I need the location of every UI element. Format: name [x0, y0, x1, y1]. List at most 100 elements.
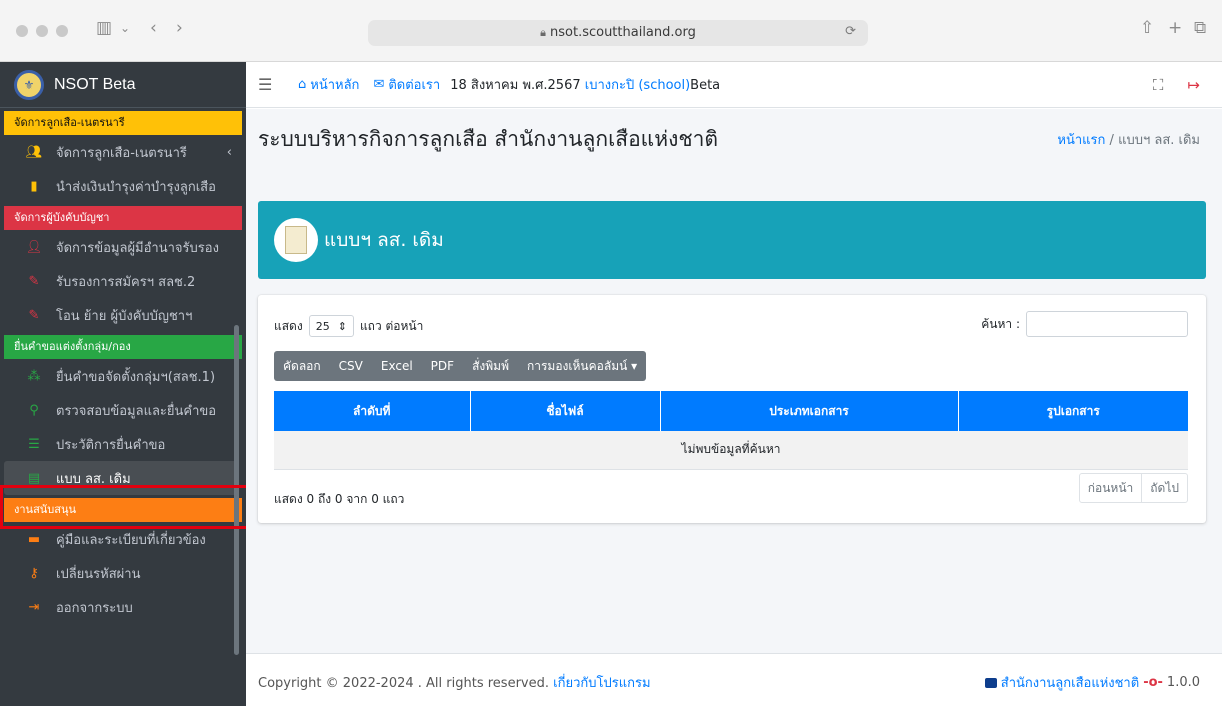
nav-home-label: หน้าหลัก	[310, 78, 360, 93]
copy-button[interactable]: คัดลอก	[274, 351, 330, 381]
next-page-button[interactable]: ถัดไป	[1141, 474, 1187, 502]
column-header[interactable]: รูปเอกสาร	[958, 391, 1188, 431]
column-visibility-button[interactable]: การมองเห็นคอลัมน์ ▾	[518, 351, 646, 381]
sidebar-item-verify-data[interactable]: ⚲ ตรวจสอบข้อมูลและยื่นคำขอ	[0, 393, 246, 427]
window-controls	[16, 25, 68, 37]
page-length-select[interactable]: 25 ⇕	[308, 315, 354, 337]
file-icon: ▤	[27, 470, 41, 486]
share-icon[interactable]: ⇧	[1140, 18, 1154, 38]
browser-window: ▥ ⌄ ‹ › 🔒︎ nsot.scoutthailand.org ⟳ ⇧ + ⧉…	[0, 0, 1222, 706]
brand-link[interactable]: ⚜ NSOT Beta	[0, 62, 246, 108]
back-icon[interactable]: ‹	[150, 18, 157, 38]
nav-school-suffix: Beta	[690, 78, 721, 93]
list-icon: ☰	[28, 436, 40, 452]
section-group-request: ยื่นคำขอแต่งตั้งกลุ่ม/กอง	[4, 335, 242, 359]
sidebar-item-manage-scouts[interactable]: 👥︎ จัดการลูกเสือ-เนตรนารี ‹	[0, 135, 246, 169]
users-icon: 👥︎	[25, 144, 43, 160]
page-banner: แบบฯ ลส. เดิม	[258, 201, 1206, 279]
brand-name: NSOT Beta	[54, 75, 136, 93]
forward-icon[interactable]: ›	[176, 18, 183, 38]
version-text: 1.0.0	[1166, 675, 1200, 690]
sidebar-item-logout[interactable]: ⇥ ออกจากระบบ	[0, 590, 246, 624]
footer-copyright: Copyright © 2022-2024 . All rights reser…	[258, 672, 651, 693]
envelope-icon: ✉	[373, 77, 385, 92]
sidebar-item-label: ออกจากระบบ	[56, 600, 133, 616]
translate-reload-icon[interactable]: ⟳	[845, 24, 856, 39]
sidebar-item-request-group[interactable]: ⁂ ยื่นคำขอจัดตั้งกลุ่มฯ(สลช.1)	[0, 359, 246, 393]
chevron-left-icon: ‹	[226, 144, 232, 160]
data-table: ลำดับที่ ชื่อไฟล์ ประเภทเอกสาร รูปเอกสาร…	[274, 391, 1188, 470]
sidebar-item-label: รับรองการสมัครฯ สลช.2	[56, 274, 196, 290]
lock-icon: 🔒︎	[540, 26, 546, 39]
search-input[interactable]	[1026, 311, 1188, 337]
nav-contact-link[interactable]: ✉ ติดต่อเรา	[373, 74, 440, 95]
section-commander-management: จัดการผู้บังคับบัญชา	[4, 206, 242, 230]
breadcrumb: หน้าแรก / แบบฯ ลส. เดิม	[1057, 129, 1200, 150]
footer: Copyright © 2022-2024 . All rights reser…	[246, 653, 1222, 706]
sidebar-item-submit-fees[interactable]: ▮ นำส่งเงินบำรุงค่าบำรุงลูกเสือ	[0, 169, 246, 203]
page-title: ระบบบริหารกิจการลูกเสือ สำนักงานลูกเสือแ…	[258, 127, 719, 151]
sidebar-toggle-icon[interactable]: ▥	[96, 18, 112, 38]
sidebar-item-label: นำส่งเงินบำรุงค่าบำรุงลูกเสือ	[56, 179, 216, 195]
table-row: ไม่พบข้อมูลที่ค้นหา	[274, 431, 1188, 470]
sidebar-item-label: จัดการลูกเสือ-เนตรนารี	[56, 145, 187, 161]
url-text: nsot.scoutthailand.org	[550, 25, 696, 40]
sidebar-item-label: คู่มือและระเบียบที่เกี่ยวข้อง	[56, 532, 206, 548]
column-visibility-label: การมองเห็นคอลัมน์	[526, 359, 628, 373]
sidebar-item-request-history[interactable]: ☰ ประวัติการยื่นคำขอ	[0, 427, 246, 461]
sidebar-item-change-password[interactable]: ⚷ เปลี่ยนรหัสผ่าน	[0, 556, 246, 590]
edit-icon: ✎	[28, 307, 40, 323]
new-tab-icon[interactable]: +	[1168, 18, 1182, 38]
pagination: ก่อนหน้า ถัดไป	[1078, 473, 1188, 503]
main-content: ระบบบริหารกิจการลูกเสือ สำนักงานลูกเสือแ…	[246, 109, 1222, 653]
show-label: แสดง	[274, 318, 303, 333]
key-icon: ⚷	[29, 565, 39, 581]
sidebar-item-old-forms[interactable]: ▤ แบบ ลส. เดิม	[4, 461, 238, 495]
address-bar[interactable]: 🔒︎ nsot.scoutthailand.org ⟳	[368, 20, 868, 46]
sidebar-item-certify-application[interactable]: ✎ รับรองการสมัครฯ สลช.2	[0, 264, 246, 298]
git-commit-icon: -o-	[1143, 675, 1163, 690]
logout-icon[interactable]: ↦	[1187, 76, 1200, 94]
column-header[interactable]: ชื่อไฟล์	[470, 391, 661, 431]
org-link[interactable]: สำนักงานลูกเสือแห่งชาติ	[1001, 672, 1139, 693]
sidebar-item-certifiers[interactable]: 👤︎ จัดการข้อมูลผู้มีอำนาจรับรอง	[0, 230, 246, 264]
document-icon	[274, 218, 318, 262]
table-card: แสดง 25 ⇕ แถว ต่อหน้า ค้นหา : คัดลอก CSV…	[258, 295, 1206, 523]
section-support: งานสนับสนุน	[4, 498, 242, 522]
column-header[interactable]: ประเภทเอกสาร	[660, 391, 959, 431]
sidebar-item-label: จัดการข้อมูลผู้มีอำนาจรับรอง	[56, 240, 219, 256]
nav-date-school: 18 สิงหาคม พ.ศ.2567 เบางกะปิ (school)Bet…	[450, 74, 720, 95]
pdf-button[interactable]: PDF	[422, 351, 463, 381]
sitemap-icon: ⁂	[27, 368, 41, 384]
close-window-button[interactable]	[16, 25, 28, 37]
sidebar-scrollbar[interactable]	[234, 325, 239, 655]
excel-button[interactable]: Excel	[372, 351, 422, 381]
nav-home-link[interactable]: ⌂ หน้าหลัก	[298, 74, 359, 95]
column-header[interactable]: ลำดับที่	[274, 391, 471, 431]
banner-title: แบบฯ ลส. เดิม	[324, 229, 444, 251]
csv-button[interactable]: CSV	[330, 351, 372, 381]
export-buttons: คัดลอก CSV Excel PDF สั่งพิมพ์ การมองเห็…	[274, 351, 647, 381]
scout-logo-icon: ⚜	[14, 69, 44, 100]
about-link[interactable]: เกี่ยวกับโปรแกรม	[553, 676, 650, 691]
zoom-window-button[interactable]	[56, 25, 68, 37]
tabs-overview-icon[interactable]: ⧉	[1194, 18, 1206, 38]
nav-date: 18 สิงหาคม พ.ศ.2567	[450, 78, 581, 93]
nav-contact-label: ติดต่อเรา	[388, 78, 441, 93]
menu-toggle-icon[interactable]: ☰	[258, 75, 284, 94]
sidebar-item-manuals[interactable]: ▬ คู่มือและระเบียบที่เกี่ยวข้อง	[0, 522, 246, 556]
page-length-control: แสดง 25 ⇕ แถว ต่อหน้า	[274, 315, 423, 337]
sidebar-item-label: แบบ ลส. เดิม	[56, 471, 131, 487]
caret-down-icon: ▾	[631, 359, 638, 373]
print-button[interactable]: สั่งพิมพ์	[463, 351, 518, 381]
chevron-down-icon[interactable]: ⌄	[120, 21, 130, 35]
breadcrumb-home[interactable]: หน้าแรก	[1057, 133, 1105, 148]
fullscreen-icon[interactable]: ⛶	[1153, 76, 1164, 94]
breadcrumb-current: แบบฯ ลส. เดิม	[1118, 133, 1200, 148]
sidebar: ⚜ NSOT Beta จัดการลูกเสือ-เนตรนารี 👥︎ จั…	[0, 62, 246, 706]
prev-page-button[interactable]: ก่อนหน้า	[1080, 474, 1142, 502]
sidebar-item-label: ประวัติการยื่นคำขอ	[56, 437, 166, 453]
breadcrumb-separator: /	[1109, 133, 1119, 148]
minimize-window-button[interactable]	[36, 25, 48, 37]
sidebar-item-transfer-commander[interactable]: ✎ โอน ย้าย ผู้บังคับบัญชาฯ	[0, 298, 246, 332]
